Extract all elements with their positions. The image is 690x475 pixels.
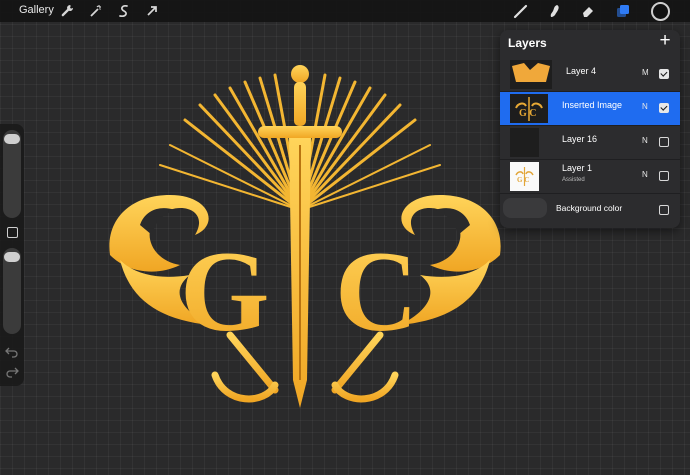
selection-icon[interactable] — [116, 3, 132, 19]
brush-icon[interactable] — [513, 3, 529, 19]
layer-name: Inserted Image — [562, 100, 623, 110]
brush-size-knob[interactable] — [4, 134, 20, 144]
blend-mode-button[interactable]: N — [642, 136, 648, 145]
background-visibility-checkbox[interactable] — [659, 205, 669, 215]
layer-thumbnail — [510, 60, 552, 89]
layer-row-layer-1[interactable]: G C Layer 1 Assisted N — [500, 160, 680, 194]
blend-mode-button[interactable]: M — [642, 68, 649, 77]
modify-button[interactable] — [7, 227, 18, 238]
background-color-swatch[interactable] — [503, 198, 547, 218]
layer-name: Layer 16 — [562, 134, 598, 144]
layer-name: Layer 1 — [562, 163, 593, 173]
brush-size-slider[interactable] — [3, 130, 21, 218]
layer-row-layer-4[interactable]: Layer 4 M — [500, 58, 680, 92]
magic-wand-icon[interactable] — [88, 3, 104, 19]
layer-thumbnail — [510, 128, 539, 157]
layer-thumbnail: G C — [510, 162, 539, 191]
eraser-icon[interactable] — [580, 3, 596, 19]
letter-g: G — [180, 228, 269, 355]
layer-thumbnail: G C — [510, 94, 548, 123]
blend-mode-button[interactable]: N — [642, 102, 648, 111]
background-color-label: Background color — [556, 203, 623, 213]
left-sidebar — [0, 124, 24, 386]
gallery-button[interactable]: Gallery — [19, 4, 54, 16]
layer-row-inserted-image[interactable]: G C Inserted Image N — [500, 92, 680, 126]
opacity-knob[interactable] — [4, 252, 20, 262]
transform-arrow-icon[interactable] — [144, 3, 160, 19]
visibility-checkbox[interactable] — [659, 103, 669, 113]
top-toolbar: Gallery — [0, 0, 690, 22]
blend-mode-button[interactable]: N — [642, 170, 648, 179]
layer-name: Layer 4 — [566, 66, 597, 76]
visibility-checkbox[interactable] — [659, 69, 669, 79]
letter-c: C — [335, 228, 418, 355]
redo-icon[interactable] — [5, 366, 19, 378]
layers-title: Layers — [508, 36, 547, 50]
layer-row-background-color[interactable]: Background color — [500, 194, 680, 227]
layer-subtitle: Assisted — [562, 177, 585, 183]
canvas-artwork[interactable]: G C — [100, 60, 510, 415]
layers-icon[interactable] — [615, 3, 631, 19]
layers-panel: Layers + Layer 4 M G C Inserted Image N … — [500, 30, 680, 228]
add-layer-button[interactable]: + — [657, 31, 673, 50]
visibility-checkbox[interactable] — [659, 171, 669, 181]
color-picker-button[interactable] — [651, 2, 670, 21]
wrench-icon[interactable] — [59, 3, 75, 19]
svg-text:G C: G C — [519, 108, 537, 119]
opacity-slider[interactable] — [3, 248, 21, 334]
layer-row-layer-16[interactable]: Layer 16 N — [500, 126, 680, 160]
svg-text:G C: G C — [517, 176, 529, 184]
undo-icon[interactable] — [5, 346, 19, 358]
visibility-checkbox[interactable] — [659, 137, 669, 147]
smudge-icon[interactable] — [547, 3, 563, 19]
